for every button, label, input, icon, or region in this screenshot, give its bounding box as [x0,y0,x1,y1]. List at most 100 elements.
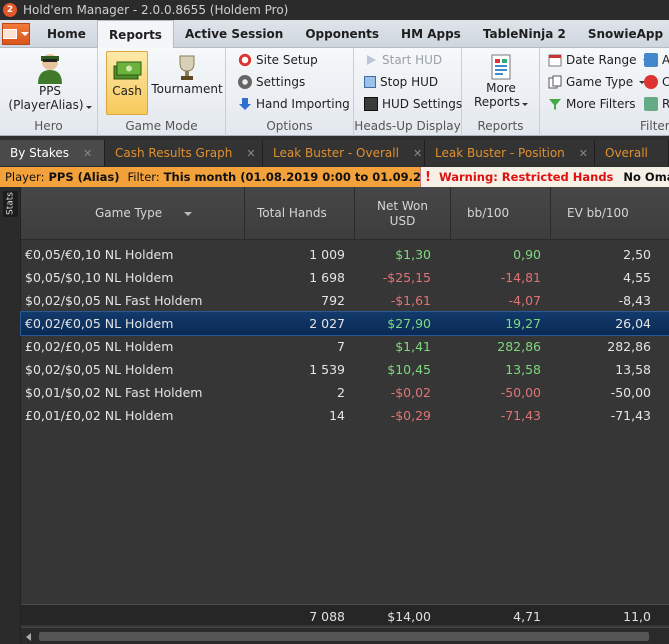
cell-bb100: 0,90 [513,247,541,262]
close-icon[interactable]: ✕ [579,147,588,160]
tab-active-session[interactable]: Active Session [174,21,294,47]
stats-sidebar: Stats [0,187,21,644]
chevron-down-icon [85,106,92,109]
doc-tab-overall[interactable]: Overall [595,140,669,166]
game-type-label: Game Type [566,75,634,89]
date-range-button[interactable]: Date Range [548,51,649,69]
cell-bb100: -50,00 [500,385,541,400]
column-header-total-hands[interactable]: Total Hands [245,187,355,240]
filter-icon [549,99,561,110]
column-header-ev-bb100[interactable]: EV bb/100 [551,187,669,240]
tab-reports[interactable]: Reports [96,20,174,48]
more-filters-button[interactable]: More Filters [548,95,636,113]
table-row[interactable]: €0,02/€0,05 NL Holdem 2 027 $27,90 19,27 26,… [20,311,669,336]
warning-box: ! Warning: Restricted Hands No Omaha han… [420,167,669,187]
doc-tab-by-stakes[interactable]: By Stakes ✕ [0,140,105,166]
cash-icon [113,61,142,80]
doc-tab-leak-buster-overall[interactable]: Leak Buster - Overall ✕ [263,140,425,166]
close-icon[interactable]: ✕ [246,147,255,160]
filter-bar: Player: PPS (Alias) Filter: This month (… [0,167,669,187]
table-row[interactable]: $0,01/$0,02 NL Fast Holdem 2 -$0,02 -50,00 -… [21,381,669,404]
column-header-label: Total Hands [257,206,327,220]
hud-settings-button[interactable]: HUD Settings [364,95,462,113]
tab-home[interactable]: Home [36,21,97,47]
table-footer-totals: 7 088 $14,00 4,71 11,0 [21,604,669,625]
settings-button[interactable]: Settings [238,73,305,91]
start-hud-button[interactable]: Start HUD [364,51,442,69]
table-row[interactable]: $0,02/$0,05 NL Holdem 1 539 $10,45 13,58 13,… [21,358,669,381]
column-header-label: Net Won USD [377,198,428,228]
column-header-bb100[interactable]: bb/100 [451,187,551,240]
game-type-button[interactable]: Game Type [548,73,646,91]
doc-tab-label: Leak Buster - Position [435,146,565,160]
close-icon[interactable]: ✕ [413,147,422,160]
hero-button[interactable]: PPS (PlayerAlias) [8,52,92,112]
cell-game-type: £0,02/£0,05 NL Holdem [25,339,174,354]
cell-net-won: $10,45 [387,362,431,377]
trophy-icon [179,55,195,80]
horizontal-scrollbar[interactable] [21,627,669,644]
window-title: Hold'em Manager - 2.0.0.8655 (Holdem Pro… [23,3,289,17]
cell-bb100: 282,86 [497,339,541,354]
table-row[interactable]: £0,01/£0,02 NL Holdem 14 -$0,29 -71,43 -71,4… [21,404,669,427]
cell-ev-bb100: 282,86 [607,339,651,354]
tab-hm-apps[interactable]: HM Apps [390,21,472,47]
tab-tableninja[interactable]: TableNinja 2 [472,21,577,47]
cell-net-won: -$25,15 [382,270,431,285]
cell-game-type: £0,01/£0,02 NL Holdem [25,408,174,423]
cell-net-won: $1,41 [395,339,431,354]
player-label: Player: [5,170,45,184]
doc-tab-cash-results-graph[interactable]: Cash Results Graph ✕ [105,140,263,166]
tab-opponents[interactable]: Opponents [294,21,390,47]
table-row[interactable]: €0,05/€0,10 NL Holdem 1 009 $1,30 0,90 2,50 [21,243,669,266]
filter-col2-a-icon [644,53,658,67]
cell-net-won: -$0,29 [390,408,431,423]
play-icon [367,55,376,65]
ribbon-tab-row: Home Reports Active Session Opponents HM… [0,20,669,48]
more-reports-button[interactable]: More Reports [468,53,534,109]
hud-settings-icon [364,97,378,111]
column-header-game-type[interactable]: Game Type [21,187,245,240]
document-tabs: By Stakes ✕ Cash Results Graph ✕ Leak Bust… [0,140,669,166]
filter-col2-r-label: R [662,97,669,111]
stats-tab[interactable]: Stats [3,191,18,217]
cash-button[interactable]: Cash [106,51,148,115]
more-filters-label: More Filters [566,97,636,111]
column-header-net-won[interactable]: Net Won USD [355,187,451,240]
total-net-won: $14,00 [387,609,431,624]
close-icon[interactable]: ✕ [83,147,92,160]
hud-settings-label: HUD Settings [382,97,463,111]
doc-tab-leak-buster-position[interactable]: Leak Buster - Position ✕ [425,140,595,166]
sort-down-icon[interactable] [184,211,193,216]
cards-icon [548,75,562,89]
filter-col2-a-label: A [662,53,669,67]
player-avatar-icon [38,54,62,84]
filter-col2-r[interactable]: R [644,95,669,113]
table-row[interactable]: $0,02/$0,05 NL Fast Holdem 792 -$1,61 -4,07… [21,289,669,312]
table-row[interactable]: $0,05/$0,10 NL Holdem 1 698 -$25,15 -14,81 4… [21,266,669,289]
cell-total-hands: 2 027 [309,316,345,331]
calendar-icon [548,54,562,67]
file-menu-button[interactable] [2,23,30,45]
hand-importing-button[interactable]: Hand Importing [238,95,350,113]
tab-snowieapp[interactable]: SnowieApp [577,21,669,47]
start-hud-label: Start HUD [382,53,443,67]
column-header-label: EV bb/100 [567,206,629,220]
stop-hud-label: Stop HUD [380,75,439,89]
scrollbar-thumb[interactable] [39,632,649,641]
report-icon [491,54,511,80]
doc-tab-label: Overall [605,146,648,160]
filter-col2-c[interactable]: C [644,73,669,91]
tournament-button[interactable]: Tournament [151,54,223,96]
tournament-label: Tournament [151,82,223,96]
group-hero: PPS (PlayerAlias) Hero [0,48,98,136]
table-header: Game Type Total Hands Net Won USD bb/100… [21,187,669,240]
stop-hud-button[interactable]: Stop HUD [364,73,438,91]
cell-net-won: $1,30 [395,247,431,262]
scroll-left-icon[interactable] [26,633,31,641]
site-setup-button[interactable]: Site Setup [238,51,318,69]
cell-net-won: -$1,61 [390,293,431,308]
filter-col2-a[interactable]: A [644,51,669,69]
cell-total-hands: 14 [329,408,345,423]
table-row[interactable]: £0,02/£0,05 NL Holdem 7 $1,41 282,86 282,86 [21,335,669,358]
